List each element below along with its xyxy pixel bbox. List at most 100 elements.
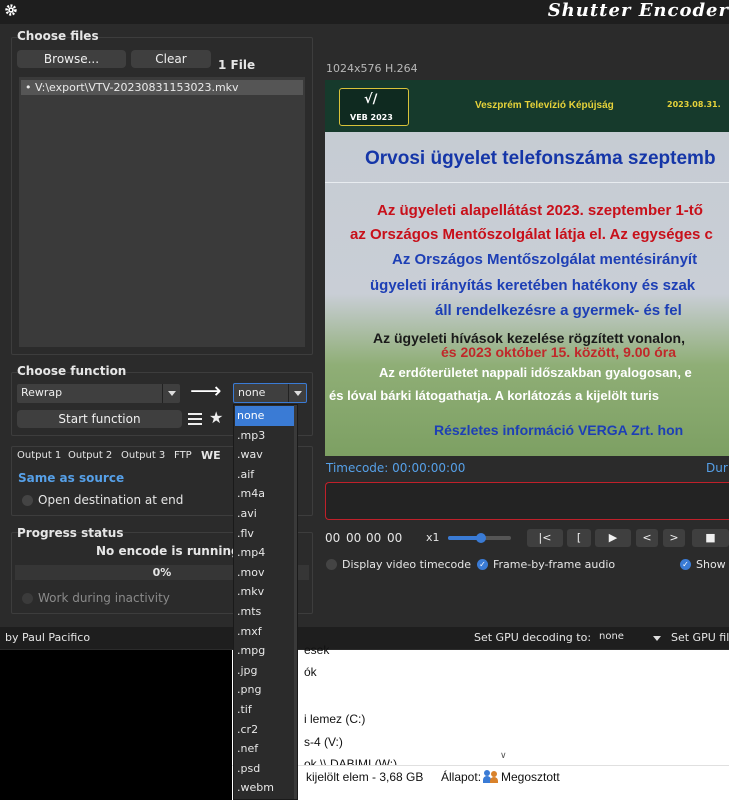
dropdown-option[interactable]: .m4a — [235, 484, 297, 504]
gpu-decoding-value: none — [599, 631, 624, 642]
speed-slider[interactable] — [448, 533, 511, 543]
go-start-button[interactable]: |< — [527, 529, 563, 547]
tc-minutes[interactable]: 00 — [346, 531, 361, 545]
frame-audio-label[interactable]: Frame-by-frame audio — [493, 558, 615, 571]
explorer-item[interactable]: i lemez (C:) — [304, 712, 365, 726]
explorer-scrollbar[interactable]: ∨ — [497, 650, 512, 762]
tab-output-2[interactable]: Output 2 — [68, 450, 112, 461]
video-line-1: Az ügyeleti alapellátást 2023. szeptembe… — [377, 202, 703, 219]
dropdown-option[interactable]: .png — [235, 680, 297, 700]
speed-slider-thumb[interactable] — [476, 533, 486, 543]
file-count: 1 File — [218, 58, 256, 72]
dropdown-option[interactable]: .psd — [235, 759, 297, 779]
function-select[interactable]: Rewrap — [17, 384, 180, 403]
timeline[interactable] — [325, 482, 729, 520]
video-preview[interactable]: √∕ VEB 2023 Veszprém Televízió Képújság … — [325, 80, 729, 456]
state-label: Állapot: — [441, 770, 482, 784]
dropdown-option[interactable]: .webm — [235, 778, 297, 798]
open-destination-radio[interactable] — [22, 495, 33, 506]
explorer-item[interactable]: s-4 (V:) — [304, 735, 343, 749]
dropdown-option[interactable]: .mp3 — [235, 426, 297, 446]
choose-function-title: Choose function — [17, 364, 127, 378]
duration-label: Dur — [706, 461, 728, 475]
video-line-7: Az erdőterületet nappali időszakban gyal… — [379, 365, 692, 380]
dropdown-option[interactable]: .aif — [235, 465, 297, 485]
show-check[interactable]: ✓ — [680, 559, 691, 570]
dropdown-option[interactable]: .wav — [235, 445, 297, 465]
video-headline: Orvosi ügyelet telefonszáma szeptemb — [365, 148, 716, 169]
author-label: by Paul Pacifico — [5, 631, 91, 644]
scroll-down-icon[interactable]: ∨ — [500, 750, 507, 761]
channel-logo: √∕ VEB 2023 — [339, 88, 409, 126]
file-list-item[interactable]: • V:\export\VTV-20230831153023.mkv — [21, 80, 303, 95]
video-line-5: áll rendelkezésre a gyermek- és fel — [435, 302, 682, 319]
logo-text: VEB 2023 — [350, 113, 393, 122]
title-bar: Shutter Encoder — [0, 0, 729, 24]
tc-frames[interactable]: 00 — [387, 531, 402, 545]
open-destination-label[interactable]: Open destination at end — [38, 493, 183, 507]
tab-output-3[interactable]: Output 3 — [121, 450, 165, 461]
people-icon — [483, 770, 499, 783]
headline-divider — [325, 182, 729, 183]
arrow-right-icon: ⟶ — [190, 379, 222, 404]
show-label[interactable]: Show — [696, 558, 726, 571]
dropdown-option[interactable]: .nef — [235, 739, 297, 759]
tab-output-1[interactable]: Output 1 — [17, 450, 61, 461]
file-list[interactable]: • V:\export\VTV-20230831153023.mkv — [19, 77, 305, 347]
format-select-value: none — [238, 386, 266, 399]
dropdown-scrollbar[interactable] — [294, 405, 297, 799]
star-icon[interactable]: ★ — [209, 408, 223, 427]
dropdown-option[interactable]: .mts — [235, 602, 297, 622]
next-frame-button[interactable]: > — [663, 529, 685, 547]
play-button[interactable]: ▶ — [595, 529, 631, 547]
format-select[interactable]: none — [233, 383, 307, 403]
destination-label[interactable]: Same as source — [18, 471, 124, 485]
tc-seconds[interactable]: 00 — [366, 531, 381, 545]
dropdown-option[interactable]: .tif — [235, 700, 297, 720]
function-select-value: Rewrap — [21, 386, 63, 399]
video-body: Orvosi ügyelet telefonszáma szeptemb Az … — [325, 132, 729, 456]
display-timecode-label[interactable]: Display video timecode — [342, 558, 471, 571]
frame-audio-check[interactable]: ✓ — [477, 559, 488, 570]
video-line-2: az Országos Mentőszolgálat látja el. Az … — [350, 226, 713, 243]
work-inactivity-label[interactable]: Work during inactivity — [38, 591, 170, 605]
tc-hours[interactable]: 00 — [325, 531, 340, 545]
mark-in-button[interactable]: [ — [567, 529, 591, 547]
dropdown-option[interactable]: .jpg — [235, 661, 297, 681]
file-path: V:\export\VTV-20230831153023.mkv — [35, 81, 239, 94]
explorer-item[interactable]: esek — [304, 643, 329, 657]
dropdown-option[interactable]: .mpg — [235, 641, 297, 661]
dropdown-option[interactable]: .mov — [235, 563, 297, 583]
explorer-item[interactable]: ók — [304, 665, 317, 679]
tab-we[interactable]: WE — [201, 449, 221, 462]
stop-button[interactable]: ■ — [692, 529, 729, 547]
gpu-decoding-select[interactable]: none — [596, 630, 664, 646]
gpu-filter-label: Set GPU fil — [671, 631, 729, 644]
chevron-down-icon — [653, 636, 661, 641]
video-line-8: és lóval bárki látogathatja. A korlátozá… — [329, 388, 659, 403]
dropdown-option[interactable]: none — [235, 406, 297, 426]
progress-status: No encode is running — [96, 544, 240, 558]
chevron-down-icon — [288, 384, 306, 402]
work-inactivity-radio[interactable] — [22, 593, 33, 604]
chevron-down-icon — [162, 384, 180, 403]
display-timecode-radio[interactable] — [326, 559, 337, 570]
dropdown-option[interactable]: .flv — [235, 524, 297, 544]
status-bar: by Paul Pacifico Set GPU decoding to: no… — [0, 627, 729, 649]
prev-frame-button[interactable]: < — [636, 529, 658, 547]
dropdown-option[interactable]: .cr2 — [235, 720, 297, 740]
dropdown-option[interactable]: .avi — [235, 504, 297, 524]
explorer-item[interactable]: ok \\ DABIMI (W:) — [304, 757, 397, 765]
clear-button[interactable]: Clear — [131, 50, 211, 68]
tab-ftp[interactable]: FTP — [174, 450, 192, 461]
gear-icon[interactable] — [4, 3, 18, 17]
format-dropdown-list[interactable]: none .mp3 .wav .aif .m4a .avi .flv .mp4 .mov .mkv… — [233, 404, 298, 800]
browse-button[interactable]: Browse... — [17, 50, 126, 68]
dropdown-option[interactable]: .mkv — [235, 582, 297, 602]
progress-title: Progress status — [17, 526, 124, 540]
start-function-button[interactable]: Start function — [17, 410, 182, 428]
dropdown-option[interactable]: .mp4 — [235, 543, 297, 563]
app-title: Shutter Encoder — [547, 0, 729, 21]
dropdown-option[interactable]: .mxf — [235, 622, 297, 642]
menu-icon[interactable] — [188, 412, 202, 426]
